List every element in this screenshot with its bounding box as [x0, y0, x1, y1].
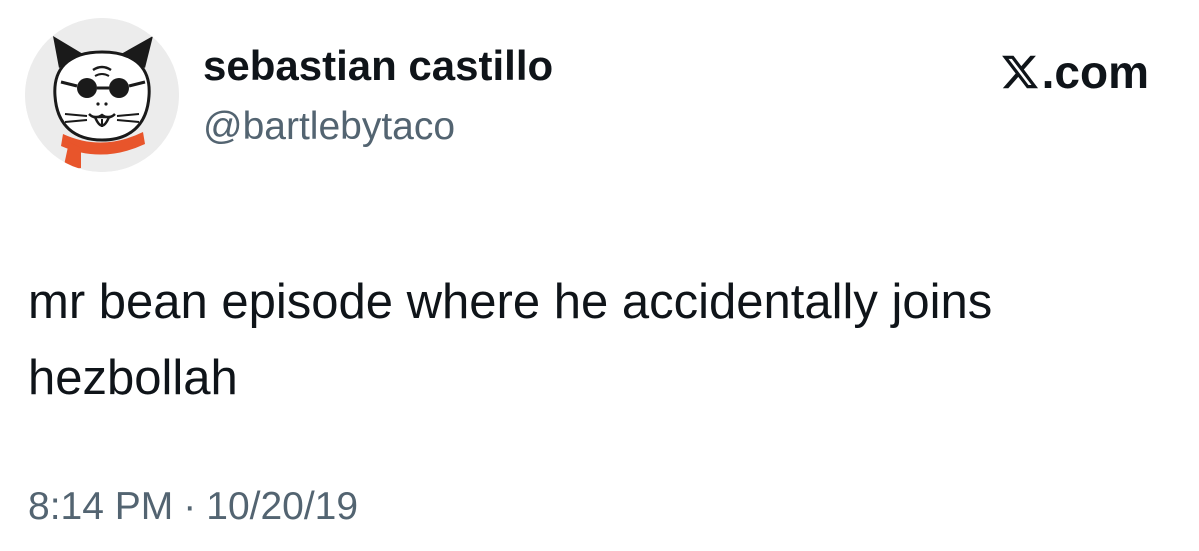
avatar[interactable]: [25, 18, 179, 172]
author-display-name[interactable]: sebastian castillo: [203, 40, 553, 92]
tweet-text: mr bean episode where he accidentally jo…: [28, 264, 1168, 416]
brand-watermark: .com: [1000, 44, 1149, 100]
tweet-time: 8:14 PM: [28, 485, 174, 528]
tweet-text-line: mr bean episode where he accidentally jo…: [28, 275, 993, 329]
x-logo-icon: [1001, 55, 1038, 89]
tweet-timestamp[interactable]: 8:14 PM · 10/20/19: [28, 482, 358, 532]
cat-avatar-icon: [25, 18, 179, 172]
tweet-date: 10/20/19: [206, 485, 359, 528]
author-handle[interactable]: @bartlebytaco: [203, 102, 455, 152]
brand-domain-text: .com: [1041, 46, 1149, 98]
timestamp-separator: ·: [183, 485, 197, 528]
tweet-text-line: hezbollah: [28, 351, 238, 405]
